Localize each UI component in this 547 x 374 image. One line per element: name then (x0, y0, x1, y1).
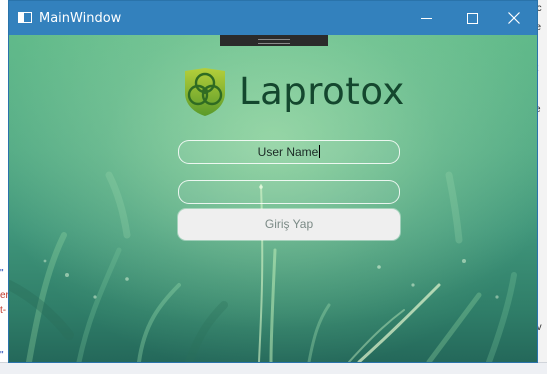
background-text: " (0, 268, 4, 279)
background-text: " (0, 350, 4, 361)
background-taskbar-strip (0, 362, 547, 374)
drag-handle[interactable] (220, 35, 328, 46)
brand-logo: Laprotox (181, 67, 405, 117)
grip-icon (258, 39, 290, 44)
desktop: Sc ne nt ce Ev " er t- " MainWindow (0, 0, 547, 374)
brand-name: Laprotox (239, 70, 405, 113)
password-input[interactable] (178, 180, 400, 204)
background-app-left: " er t- " (0, 0, 9, 374)
title-bar[interactable]: MainWindow (9, 1, 537, 35)
main-window: MainWindow Laprotox User Name Giriş Yap (9, 1, 537, 362)
background-text: t- (0, 305, 7, 316)
username-value: User Name (257, 145, 319, 159)
window-title: MainWindow (39, 11, 122, 26)
background-text: er (0, 290, 9, 301)
text-caret (319, 145, 321, 158)
maximize-icon (466, 12, 478, 24)
close-button[interactable] (491, 1, 537, 35)
app-window-icon (18, 12, 32, 23)
maximize-button[interactable] (449, 1, 495, 35)
minimize-icon (420, 17, 432, 19)
login-button[interactable]: Giriş Yap (178, 209, 400, 240)
username-input[interactable]: User Name (178, 140, 400, 164)
login-panel: Laprotox User Name Giriş Yap (9, 35, 537, 362)
close-icon (508, 12, 520, 24)
minimize-button[interactable] (403, 1, 449, 35)
laprotox-logo-icon (185, 68, 225, 116)
